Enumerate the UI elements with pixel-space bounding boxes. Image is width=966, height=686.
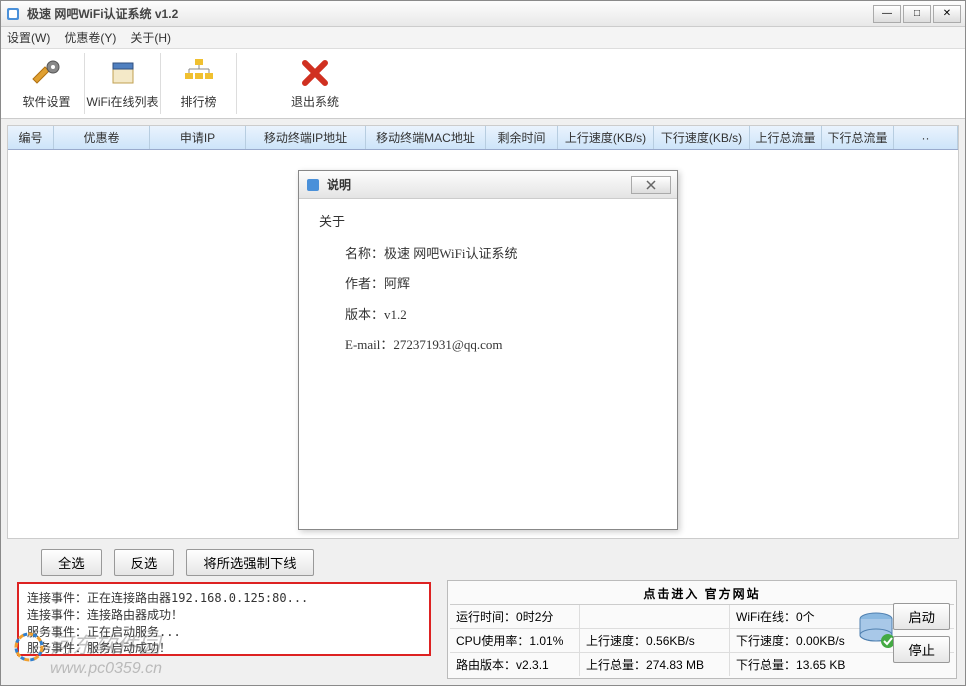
wrench-icon (31, 57, 63, 89)
minimize-button[interactable]: — (873, 5, 901, 23)
dialog-title: 说明 (327, 176, 631, 193)
version-label: 版本： (345, 307, 384, 322)
titlebar: 极速 网吧WiFi认证系统 v1.2 — □ ✕ (1, 1, 965, 27)
menubar: 设置(W) 优惠卷(Y) 关于(H) (1, 27, 965, 49)
toolbar-ranking[interactable]: 排行榜 (161, 53, 237, 114)
dialog-titlebar: 说明 (299, 171, 677, 199)
action-row: 全选 反选 将所选强制下线 (1, 545, 965, 580)
runtime-label: 运行时间： (456, 610, 516, 624)
name-label: 名称： (345, 246, 384, 261)
col-up-speed[interactable]: 上行速度(KB/s) (558, 126, 654, 149)
col-remain[interactable]: 剩余时间 (486, 126, 558, 149)
col-down-total[interactable]: 下行总流量 (822, 126, 894, 149)
router-ver-value: v2.3.1 (516, 658, 549, 672)
start-button[interactable]: 启动 (893, 603, 950, 630)
official-site-link[interactable]: 点击进入 官方网站 (450, 583, 954, 605)
table-header: 编号 优惠卷 申请IP 移动终端IP地址 移动终端MAC地址 剩余时间 上行速度… (8, 126, 958, 150)
log-line: 服务事件：服务启动成功！ (27, 640, 421, 657)
version-value: v1.2 (384, 307, 407, 322)
wifi-online-label: WiFi在线： (736, 610, 796, 624)
invert-selection-button[interactable]: 反选 (114, 549, 175, 576)
log-line: 连接事件：正在连接路由器192.168.0.125:80... (27, 590, 421, 607)
down-total-value: 13.65 KB (796, 658, 845, 672)
status-panel: 点击进入 官方网站 运行时间：0时2分 WiFi在线：0个 CPU使用率：1.0… (447, 580, 957, 679)
down-speed-value: 0.00KB/s (796, 634, 845, 648)
up-total-label: 上行总量： (586, 658, 646, 672)
col-mobile-mac[interactable]: 移动终端MAC地址 (366, 126, 486, 149)
package-icon (107, 57, 139, 89)
dialog-body: 关于 名称：极速 网吧WiFi认证系统 作者：阿辉 版本：v1.2 E-mail… (299, 199, 677, 380)
down-speed-label: 下行速度： (736, 634, 796, 648)
dialog-close-button[interactable] (631, 176, 671, 194)
toolbar-wifi-list-label: WiFi在线列表 (87, 93, 159, 110)
maximize-button[interactable]: □ (903, 5, 931, 23)
dialog-icon (305, 177, 321, 193)
runtime-value: 0时2分 (516, 610, 553, 624)
x-icon (299, 57, 331, 89)
wifi-online-value: 0个 (796, 610, 815, 624)
menu-settings[interactable]: 设置(W) (7, 29, 50, 46)
toolbar-ranking-label: 排行榜 (180, 93, 216, 110)
data-table: 编号 优惠卷 申请IP 移动终端IP地址 移动终端MAC地址 剩余时间 上行速度… (7, 125, 959, 539)
close-button[interactable]: ✕ (933, 5, 961, 23)
log-line: 服务事件：正在启动服务... (27, 624, 421, 641)
database-icon (856, 609, 896, 649)
about-section: 关于 (319, 213, 657, 231)
window-title: 极速 网吧WiFi认证系统 v1.2 (27, 5, 873, 22)
close-icon (643, 180, 659, 190)
up-speed-value: 0.56KB/s (646, 634, 695, 648)
up-speed-label: 上行速度： (586, 634, 646, 648)
menu-coupon[interactable]: 优惠卷(Y) (64, 29, 116, 46)
footer: 连接事件：正在连接路由器192.168.0.125:80... 连接事件：连接路… (1, 580, 965, 685)
col-coupon[interactable]: 优惠卷 (54, 126, 150, 149)
col-down-speed[interactable]: 下行速度(KB/s) (654, 126, 750, 149)
router-ver-label: 路由版本： (456, 658, 516, 672)
email-label: E-mail： (345, 337, 393, 352)
stop-button[interactable]: 停止 (893, 636, 950, 663)
select-all-button[interactable]: 全选 (41, 549, 102, 576)
col-apply-ip[interactable]: 申请IP (150, 126, 246, 149)
col-more[interactable]: ·· (894, 126, 958, 149)
author-label: 作者： (345, 276, 384, 291)
up-total-value: 274.83 MB (646, 658, 704, 672)
toolbar-exit[interactable]: 退出系统 (277, 53, 353, 114)
email-value: 272371931@qq.com (393, 337, 502, 352)
hierarchy-icon (183, 57, 215, 89)
toolbar-settings[interactable]: 软件设置 (9, 53, 85, 114)
cpu-value: 1.01% (529, 634, 563, 648)
cpu-label: CPU使用率： (456, 634, 529, 648)
col-no[interactable]: 编号 (8, 126, 54, 149)
author-value: 阿辉 (384, 276, 410, 291)
log-line: 连接事件：连接路由器成功！ (27, 607, 421, 624)
app-icon (5, 6, 21, 22)
name-value: 极速 网吧WiFi认证系统 (384, 246, 517, 261)
menu-about[interactable]: 关于(H) (130, 29, 171, 46)
col-mobile-ip[interactable]: 移动终端IP地址 (246, 126, 366, 149)
toolbar-settings-label: 软件设置 (22, 93, 70, 110)
event-log: 连接事件：正在连接路由器192.168.0.125:80... 连接事件：连接路… (17, 582, 431, 656)
about-dialog: 说明 关于 名称：极速 网吧WiFi认证系统 作者：阿辉 版本：v1.2 E-m… (298, 170, 678, 530)
toolbar-exit-label: 退出系统 (291, 93, 339, 110)
down-total-label: 下行总量： (736, 658, 796, 672)
force-offline-button[interactable]: 将所选强制下线 (186, 549, 313, 576)
toolbar-wifi-list[interactable]: WiFi在线列表 (85, 53, 161, 114)
col-up-total[interactable]: 上行总流量 (750, 126, 822, 149)
toolbar: 软件设置 WiFi在线列表 排行榜 退出系统 (1, 49, 965, 119)
main-window: 极速 网吧WiFi认证系统 v1.2 — □ ✕ 设置(W) 优惠卷(Y) 关于… (0, 0, 966, 686)
